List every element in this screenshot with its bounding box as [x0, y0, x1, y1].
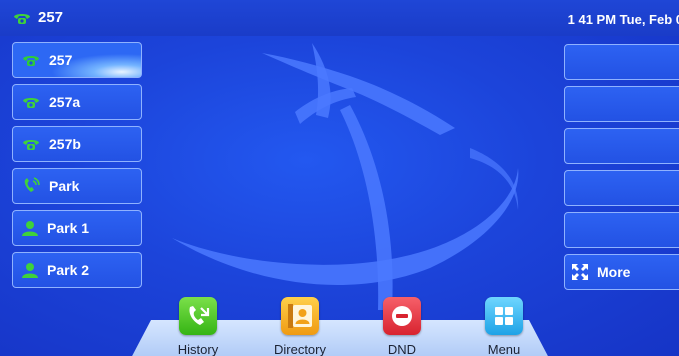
line-key-label: 257a: [49, 94, 81, 110]
directory-label: Directory: [273, 342, 326, 356]
more-button[interactable]: More: [564, 254, 679, 290]
line-key-label: Park: [49, 178, 80, 194]
right-key-3[interactable]: [564, 128, 679, 164]
line-key-park-1[interactable]: Park 1: [12, 210, 142, 246]
contact-icon: [21, 262, 39, 278]
contact-icon: [21, 220, 39, 236]
menu-button[interactable]: Menu: [464, 297, 544, 356]
menu-label: Menu: [487, 342, 521, 356]
right-key-4[interactable]: [564, 170, 679, 206]
line-key-label: Park 1: [47, 220, 90, 236]
menu-icon: [485, 297, 523, 335]
park-icon: [21, 177, 41, 195]
history-button[interactable]: History: [158, 297, 238, 356]
phone-icon: [21, 137, 41, 151]
status-bar: 257 1 41 PM Tue, Feb 0: [0, 0, 679, 36]
status-account: 257: [12, 9, 63, 26]
phone-icon: [21, 95, 41, 109]
phone-screen: 257 1 41 PM Tue, Feb 0 257 257a 257b Par…: [0, 0, 679, 356]
phone-icon: [12, 11, 32, 25]
right-key-2[interactable]: [564, 86, 679, 122]
status-datetime: 1 41 PM Tue, Feb 0: [567, 12, 679, 27]
dnd-button[interactable]: DND: [362, 297, 442, 356]
line-key-257[interactable]: 257: [12, 42, 142, 78]
line-key-257b[interactable]: 257b: [12, 126, 142, 162]
right-key-5[interactable]: [564, 212, 679, 248]
line-key-park-2[interactable]: Park 2: [12, 252, 142, 288]
history-icon: [179, 297, 217, 335]
line-key-257a[interactable]: 257a: [12, 84, 142, 120]
status-account-label: 257: [38, 9, 64, 26]
phone-icon: [21, 53, 41, 67]
directory-button[interactable]: Directory: [260, 297, 340, 356]
line-key-park[interactable]: Park: [12, 168, 142, 204]
right-key-1[interactable]: [564, 44, 679, 80]
line-key-label: Park 2: [47, 262, 90, 278]
expand-icon: [571, 263, 589, 281]
line-key-label: 257b: [49, 136, 81, 152]
line-key-label: 257: [49, 52, 73, 68]
more-label: More: [597, 264, 631, 280]
dnd-icon: [383, 297, 421, 335]
dnd-label: DND: [387, 342, 417, 356]
history-label: History: [177, 342, 219, 356]
directory-icon: [281, 297, 319, 335]
